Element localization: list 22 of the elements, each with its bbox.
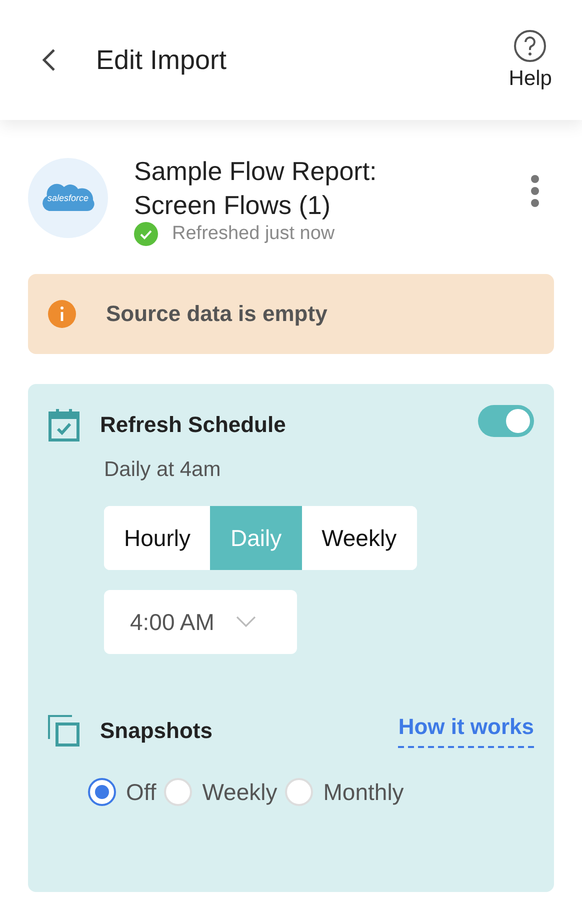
snapshot-icon: [48, 715, 80, 747]
snapshot-option[interactable]: Monthly: [285, 778, 404, 806]
snapshot-option[interactable]: Weekly: [164, 778, 278, 806]
radio-button[interactable]: [88, 778, 116, 806]
alert-message: Source data is empty: [106, 301, 328, 327]
check-icon: [134, 222, 158, 246]
time-dropdown[interactable]: 4:00 AM: [104, 590, 297, 654]
section-title: Refresh Schedule: [100, 412, 287, 438]
refresh-status: Refreshed just now: [172, 223, 335, 245]
help-button[interactable]: Help: [508, 29, 552, 91]
source-name: Sample Flow Report: Screen Flows (1): [134, 155, 378, 222]
source-logo: salesforce: [28, 158, 108, 238]
how-it-works-link[interactable]: How it works: [398, 714, 534, 748]
help-icon[interactable]: [513, 29, 548, 63]
more-icon[interactable]: [530, 174, 540, 208]
calendar-icon: [48, 408, 80, 442]
schedule-toggle[interactable]: [478, 405, 534, 437]
section-title: Snapshots: [100, 718, 214, 744]
snapshot-option[interactable]: Off: [88, 778, 156, 806]
schedule-summary: Daily at 4am: [104, 458, 222, 482]
page-title: Edit Import: [96, 44, 228, 76]
info-icon: [48, 300, 76, 328]
